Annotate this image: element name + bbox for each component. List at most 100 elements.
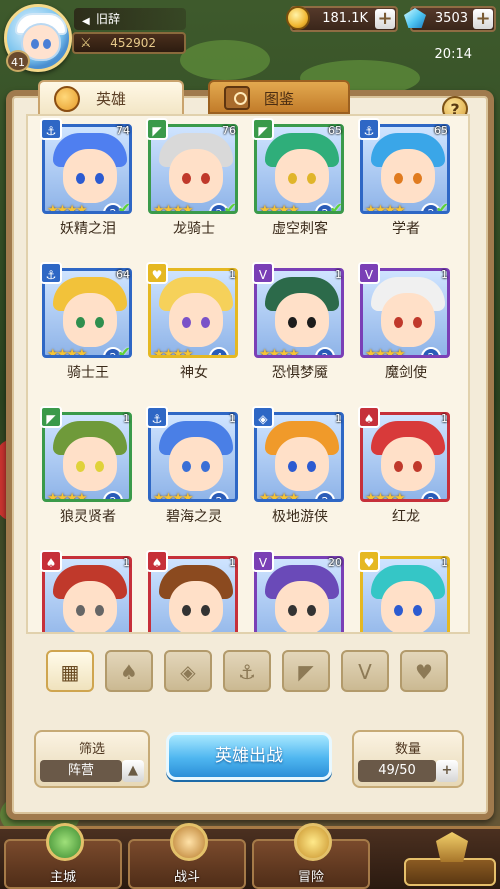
hero-eye bbox=[95, 461, 104, 472]
bottom-controls: 筛选 阵营 ▲ 英雄出战 数量 49/50 + bbox=[26, 722, 474, 794]
add-gold-button[interactable]: + bbox=[375, 9, 395, 29]
hero-eye bbox=[201, 461, 210, 472]
hero-eye bbox=[182, 605, 191, 616]
hero-face bbox=[169, 293, 223, 347]
hero-name: 红龙 bbox=[392, 509, 420, 525]
tab-codex[interactable]: 图鉴 bbox=[208, 80, 350, 114]
background-foliage bbox=[180, 40, 270, 80]
filter-diamond-button[interactable]: ◈ bbox=[164, 650, 212, 692]
hero-face bbox=[169, 149, 223, 203]
hero-eye bbox=[307, 605, 316, 616]
hero-card[interactable]: ★★★★ 2 ✔ ⚓ 74 妖精之泪 bbox=[40, 118, 134, 266]
hero-level: 1 bbox=[123, 556, 130, 569]
hero-eye bbox=[288, 317, 297, 328]
filter-flame-button[interactable]: ♠ bbox=[105, 650, 153, 692]
star-rating: ★★★★ bbox=[47, 491, 88, 502]
hero-eye bbox=[394, 173, 403, 184]
filter-anchor-button[interactable]: ⚓ bbox=[223, 650, 271, 692]
star-rating: ★★★★ bbox=[153, 203, 194, 214]
filter-dragon-button[interactable]: ◤ bbox=[282, 650, 330, 692]
hero-eye bbox=[413, 605, 422, 616]
hero-eye bbox=[182, 461, 191, 472]
dragon-icon: ◤ bbox=[146, 118, 168, 140]
anchor-icon: ⚓ bbox=[40, 118, 62, 140]
filter-all-grid-button[interactable]: ▦ bbox=[46, 650, 94, 692]
hero-eye bbox=[182, 317, 191, 328]
hero-name: 神女 bbox=[180, 365, 208, 381]
filter-heart-button[interactable]: ♥ bbox=[400, 650, 448, 692]
hero-card[interactable]: ★★★★ 2 ✔ ⚓ 64 骑士王 bbox=[40, 262, 134, 410]
hero-eye bbox=[307, 317, 316, 328]
hero-card[interactable]: ★★★★ 2 ⚓ 1 碧海之灵 bbox=[146, 406, 240, 554]
hero-card[interactable]: ★★★★ 2 ◈ 1 极地游侠 bbox=[252, 406, 346, 554]
hero-name: 恐惧梦魇 bbox=[272, 365, 328, 381]
star-rating: ★★★★ bbox=[259, 347, 300, 358]
hero-face bbox=[63, 581, 117, 632]
hero-eye bbox=[394, 605, 403, 616]
hero-name: 魔剑使 bbox=[385, 365, 427, 381]
hero-card[interactable]: ★★★★ 2 ✔ ◤ 65 虚空刺客 bbox=[252, 118, 346, 266]
hero-face bbox=[169, 437, 223, 491]
hero-face bbox=[381, 293, 435, 347]
hero-card[interactable]: ♠ 1 bbox=[40, 550, 134, 632]
anchor-icon: ⚓ bbox=[40, 262, 62, 284]
filter-value[interactable]: 阵营 bbox=[40, 760, 122, 782]
hero-face bbox=[381, 437, 435, 491]
star-rating: ★★★★ bbox=[365, 347, 406, 358]
player-name: 旧辞 bbox=[96, 12, 121, 26]
hero-level: 1 bbox=[441, 556, 448, 569]
hero-eye bbox=[76, 173, 85, 184]
anchor-icon: ⚓ bbox=[358, 118, 380, 140]
hero-card[interactable]: ★★★★ 2 ✔ ◤ 76 龙骑士 bbox=[146, 118, 240, 266]
hero-card[interactable]: ★★★★ 2 ♠ 1 红龙 bbox=[358, 406, 452, 554]
hero-face bbox=[275, 581, 329, 632]
nav-main-city-label: 主城 bbox=[49, 870, 76, 885]
hero-eye bbox=[201, 173, 210, 184]
hero-level: 1 bbox=[441, 412, 448, 425]
hero-level: 1 bbox=[335, 412, 342, 425]
star-rating: ★★★★ bbox=[259, 491, 300, 502]
filter-box: 筛选 阵营 ▲ bbox=[34, 730, 150, 788]
nav-adventure[interactable]: 冒险 bbox=[252, 823, 370, 889]
add-gem-button[interactable]: + bbox=[473, 9, 493, 29]
horns-icon: V bbox=[358, 262, 380, 284]
watermark-logo bbox=[404, 832, 496, 886]
filter-toggle-button[interactable]: ▲ bbox=[122, 760, 144, 782]
hero-card[interactable]: ♥ 1 bbox=[358, 550, 452, 632]
diamond-icon: ◈ bbox=[252, 406, 274, 428]
hero-face bbox=[381, 149, 435, 203]
player-level-badge: 41 bbox=[6, 50, 30, 72]
hero-face bbox=[381, 581, 435, 632]
clock: 20:14 bbox=[434, 47, 472, 62]
hero-card[interactable]: ★★★★ 4 ♥ 1 神女 bbox=[146, 262, 240, 410]
crossed-swords-icon bbox=[170, 823, 208, 861]
nav-battle[interactable]: 战斗 bbox=[128, 823, 246, 889]
flame-icon: ♠ bbox=[40, 550, 62, 572]
hero-card[interactable]: ♠ 1 bbox=[146, 550, 240, 632]
deploy-heroes-button[interactable]: 英雄出战 bbox=[166, 732, 332, 780]
hero-level: 1 bbox=[229, 556, 236, 569]
rank-badge: 4 bbox=[209, 347, 229, 355]
treasure-icon bbox=[294, 823, 332, 861]
anchor-icon: ⚓ bbox=[238, 660, 256, 684]
filter-horns-button[interactable]: V bbox=[341, 650, 389, 692]
hero-name: 狼灵贤者 bbox=[60, 509, 116, 525]
hero-name: 虚空刺客 bbox=[272, 221, 328, 237]
hero-card[interactable]: ★★★★ 2 V 1 魔剑使 bbox=[358, 262, 452, 410]
nav-main-city[interactable]: 主城 bbox=[4, 823, 122, 889]
tab-heroes[interactable]: 英雄 bbox=[38, 80, 184, 114]
hero-eye bbox=[182, 173, 191, 184]
hero-card[interactable]: ★★★★ 2 V 1 恐惧梦魇 bbox=[252, 262, 346, 410]
nav-adventure-label: 冒险 bbox=[297, 870, 324, 885]
gem-plate: 3503 + bbox=[404, 6, 496, 32]
expand-capacity-button[interactable]: + bbox=[436, 760, 458, 782]
hero-card[interactable]: ★★★★ 2 ✔ ⚓ 65 学者 bbox=[358, 118, 452, 266]
hero-eye bbox=[95, 317, 104, 328]
codex-icon bbox=[224, 86, 250, 110]
dragon-icon: ◤ bbox=[298, 660, 314, 684]
count-label: 数量 bbox=[394, 742, 421, 757]
hero-face bbox=[63, 293, 117, 347]
hero-card[interactable]: V 20 bbox=[252, 550, 346, 632]
hero-name: 学者 bbox=[392, 221, 420, 237]
hero-card[interactable]: ★★★★ 2 ◤ 1 狼灵贤者 bbox=[40, 406, 134, 554]
